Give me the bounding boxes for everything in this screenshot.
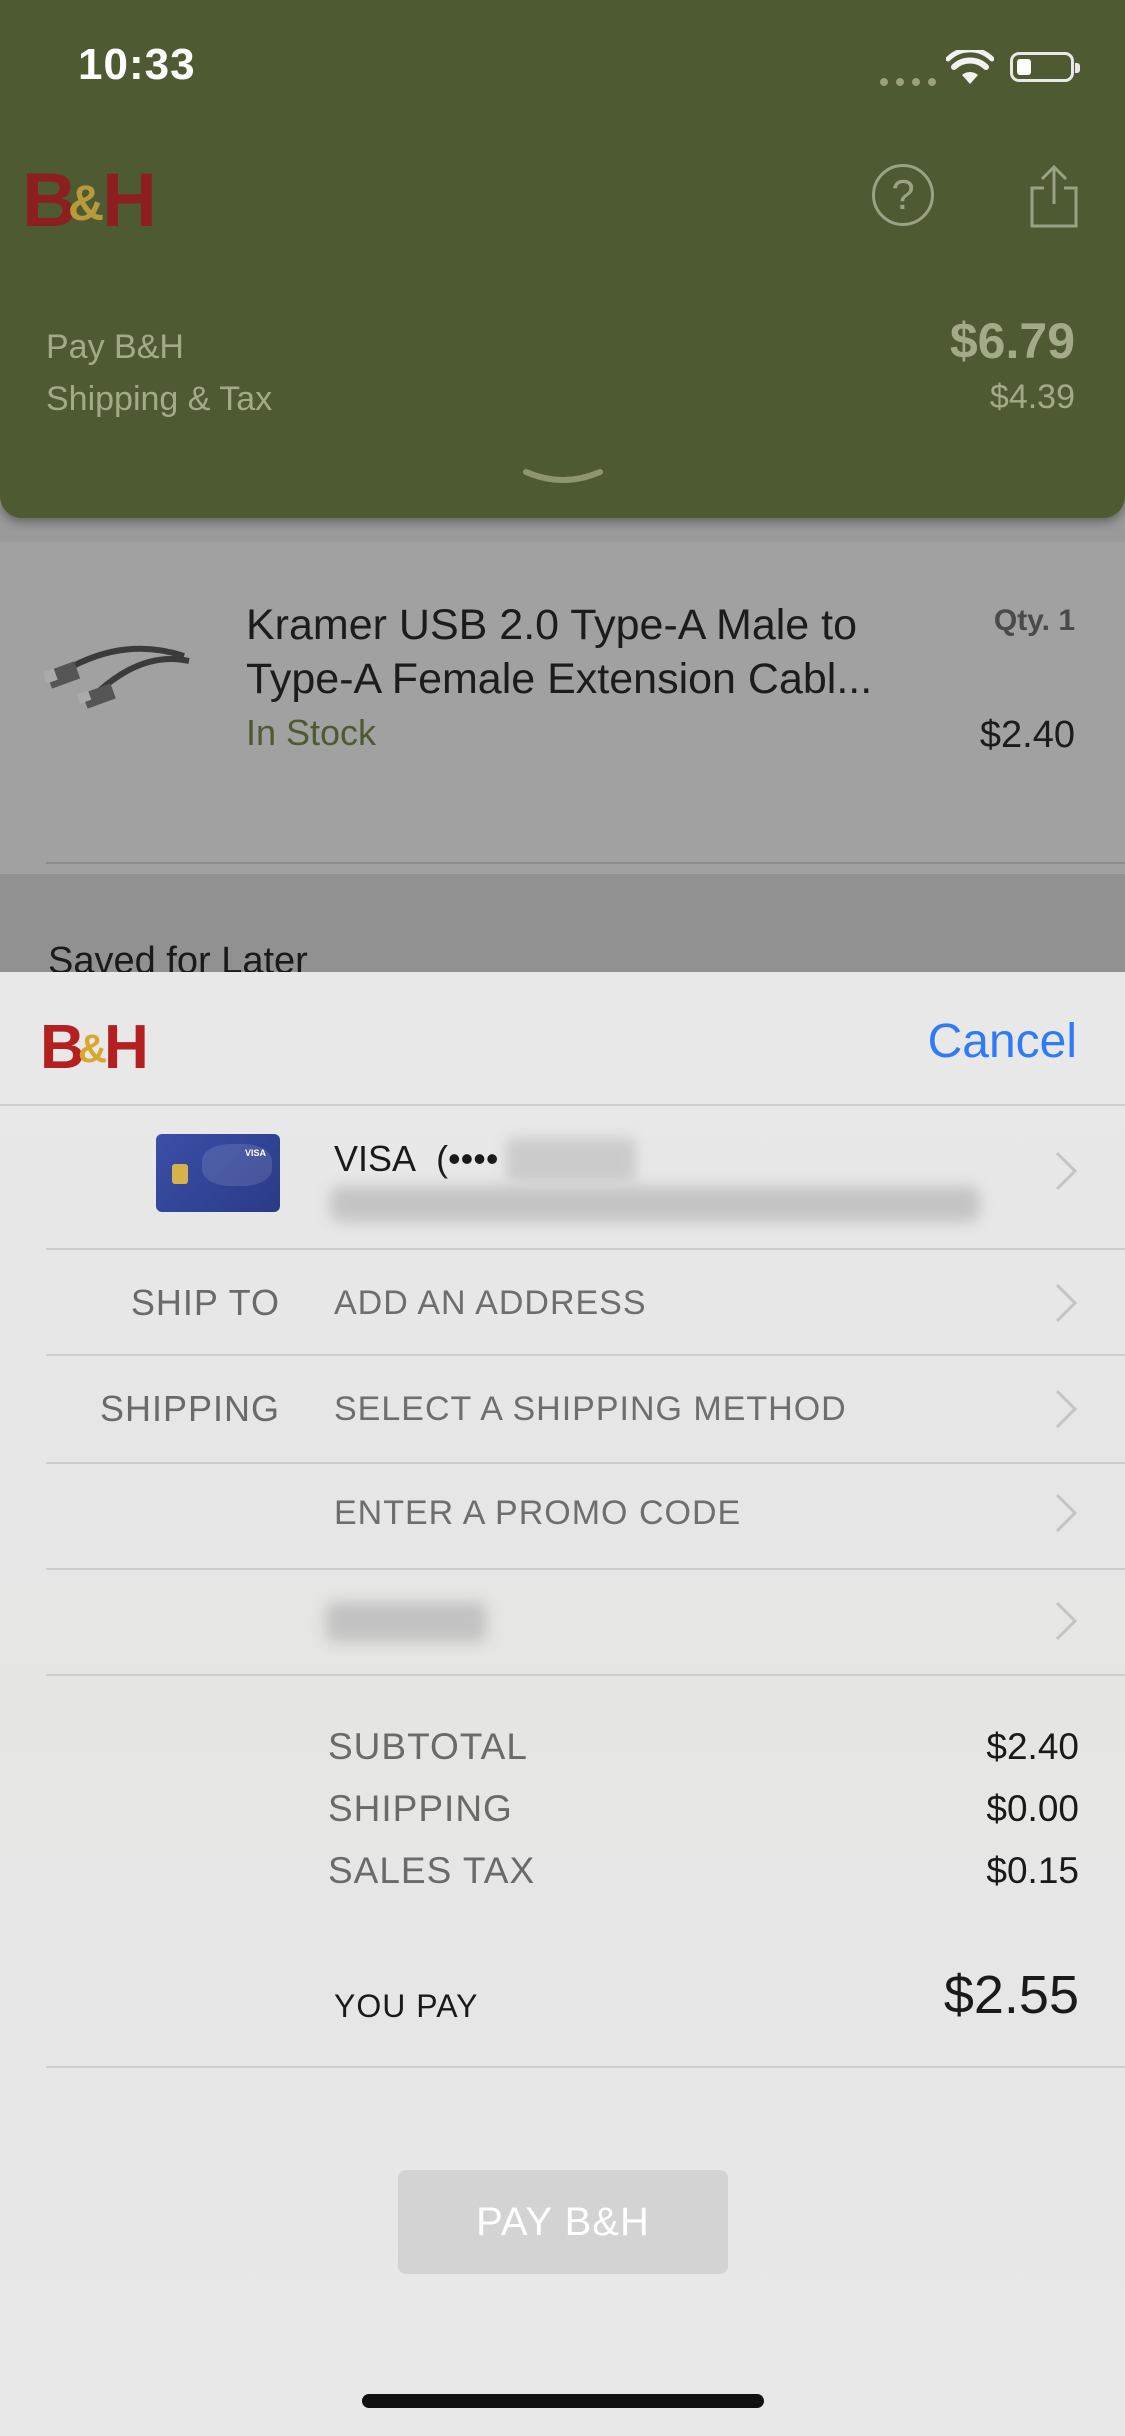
bh-logo: B & H [22, 158, 157, 238]
help-icon[interactable]: ? [872, 164, 934, 226]
chevron-right-icon [1055, 1389, 1078, 1429]
battery-icon [1010, 52, 1080, 82]
svg-text:H: H [102, 158, 157, 238]
divider [46, 1568, 1125, 1570]
card-label: VISA (•••• [334, 1138, 499, 1179]
shipping-tax-label: Shipping & Tax [46, 380, 273, 418]
svg-text:&: & [78, 1027, 107, 1071]
sales-tax-label: SALES TAX [328, 1850, 536, 1891]
shipping-key: SHIPPING [99, 1388, 280, 1429]
status-time: 10:33 [78, 40, 196, 89]
subtotal-label: SUBTOTAL [328, 1726, 528, 1767]
you-pay-label: YOU PAY [334, 1988, 479, 2024]
chevron-right-icon [1055, 1283, 1078, 1323]
divider [46, 1674, 1125, 1676]
home-indicator[interactable] [362, 2394, 764, 2408]
credit-card-icon: VISA [156, 1134, 280, 1212]
chevron-right-icon [1055, 1493, 1078, 1533]
pay-button[interactable]: PAY B&H [398, 2170, 728, 2274]
shipping-tax-amount: $4.39 [989, 378, 1075, 416]
redacted-text [326, 1602, 486, 1642]
ship-to-value: ADD AN ADDRESS [334, 1284, 647, 1322]
chevron-right-icon [1055, 1151, 1078, 1191]
quantity-label[interactable]: Qty. 1 [994, 604, 1075, 638]
divider [0, 1104, 1125, 1106]
shipping-total-label: SHIPPING [328, 1788, 513, 1829]
chevron-down-icon[interactable] [522, 466, 604, 488]
pay-amount: $6.79 [949, 313, 1075, 369]
you-pay-amount: $2.55 [943, 1965, 1079, 2025]
divider [46, 1248, 1125, 1250]
promo-code-value: ENTER A PROMO CODE [334, 1494, 742, 1532]
pay-label: Pay B&H [46, 328, 184, 366]
svg-text:&: & [68, 175, 104, 231]
app-header: 10:33 B & H ? Pay B&H Shipping & Tax $6.… [0, 0, 1125, 518]
shipping-value: SELECT A SHIPPING METHOD [334, 1390, 847, 1428]
chevron-right-icon [1055, 1601, 1078, 1641]
redacted-card-digits [506, 1138, 636, 1182]
divider [46, 1354, 1125, 1356]
bh-logo: B & H [40, 1013, 149, 1076]
ship-to-key: SHIP TO [130, 1282, 280, 1323]
divider [46, 862, 1125, 864]
usb-cable-image [44, 645, 190, 709]
cart-item[interactable]: Kramer USB 2.0 Type-A Male to Type-A Fem… [0, 542, 1125, 874]
share-icon[interactable] [1028, 164, 1080, 228]
wifi-icon [946, 50, 994, 84]
product-name[interactable]: Kramer USB 2.0 Type-A Male to Type-A Fem… [246, 598, 926, 706]
cancel-button[interactable]: Cancel [928, 1014, 1077, 1069]
product-price: $2.40 [979, 714, 1075, 756]
redacted-billing-address [330, 1186, 980, 1222]
subtotal-value: $2.40 [986, 1726, 1079, 1767]
svg-text:H: H [104, 1013, 149, 1076]
shipping-total-value: $0.00 [986, 1788, 1079, 1829]
sales-tax-value: $0.15 [986, 1850, 1079, 1891]
divider [46, 2066, 1125, 2068]
stock-status: In Stock [246, 712, 377, 753]
divider [46, 1462, 1125, 1464]
cellular-signal-icon [880, 78, 936, 86]
payment-sheet: B & H Cancel VISA VISA (•••• SHIP TO ADD… [0, 972, 1125, 2436]
